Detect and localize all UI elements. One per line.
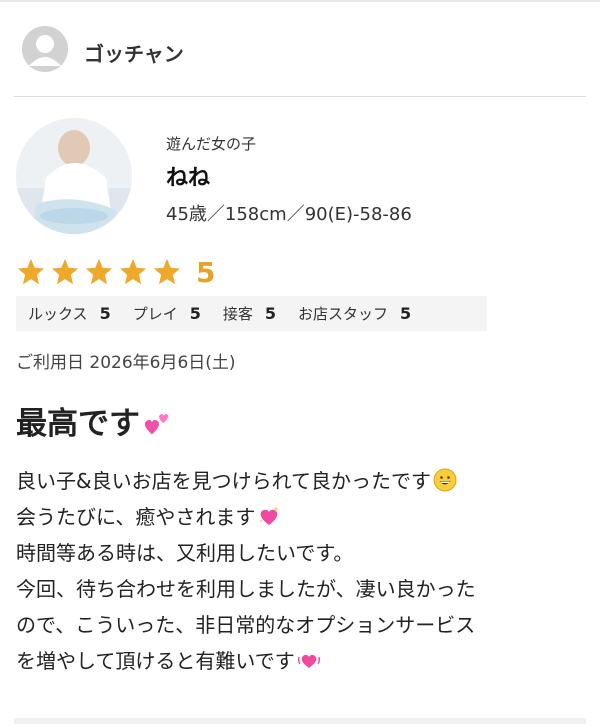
review-line: 会うたびに、癒やされます xyxy=(16,499,588,535)
rating: 5 xyxy=(16,254,215,290)
beating-heart-icon xyxy=(297,654,320,668)
subscore-play: プレイ 5 xyxy=(132,304,201,323)
section-divider xyxy=(14,96,586,97)
review-line: 時間等ある時は、又利用したいです。 xyxy=(16,541,354,565)
subscore-staff: お店スタッフ 5 xyxy=(298,304,412,323)
subscore-service: 接客 5 xyxy=(222,304,277,323)
subscores: ルックス 5 プレイ 5 接客 5 お店スタッフ 5 xyxy=(16,296,487,331)
girl-photo-image xyxy=(16,118,132,234)
review-line: ので、こういった、非日常的なオプションサービス xyxy=(16,613,476,637)
top-divider xyxy=(0,0,600,2)
review-line: を増やして頂けると有難いです xyxy=(16,643,588,679)
review-body: 良い子&良いお店を見つけられて良かったです 会うたびに、癒やされます 時間等ある… xyxy=(16,463,588,679)
visit-date: ご利用日 2026年6月6日(土) xyxy=(16,353,236,373)
bottom-divider xyxy=(14,718,586,724)
star-icon xyxy=(85,258,113,285)
review-line: 良い子&良いお店を見つけられて良かったです xyxy=(16,463,588,499)
avatar[interactable] xyxy=(22,26,68,72)
user-icon xyxy=(22,26,68,72)
star-rating xyxy=(16,257,182,287)
review-line: 今回、待ち合わせを利用しましたが、凄い良かった xyxy=(16,577,476,601)
review-title: 最高です xyxy=(16,398,172,443)
girl-label: 遊んだ女の子 xyxy=(166,135,257,153)
review-title-text: 最高です xyxy=(16,406,140,442)
two-hearts-icon xyxy=(144,414,169,435)
subscore-looks: ルックス 5 xyxy=(28,304,111,323)
girl-stats: 45歳／158cm／90(E)-58-86 xyxy=(166,204,412,225)
sparkling-heart-icon xyxy=(259,506,280,525)
star-icon xyxy=(119,258,147,285)
reviewer-header: ゴッチャン xyxy=(0,12,600,82)
star-icon xyxy=(153,258,181,285)
star-icon xyxy=(51,258,79,285)
grinning-face-icon xyxy=(433,468,457,492)
rating-score: 5 xyxy=(196,255,216,289)
girl-photo[interactable] xyxy=(16,118,132,234)
star-icon xyxy=(17,258,45,285)
reviewer-name[interactable]: ゴッチャン xyxy=(84,38,184,67)
girl-name[interactable]: ねね xyxy=(166,160,210,192)
